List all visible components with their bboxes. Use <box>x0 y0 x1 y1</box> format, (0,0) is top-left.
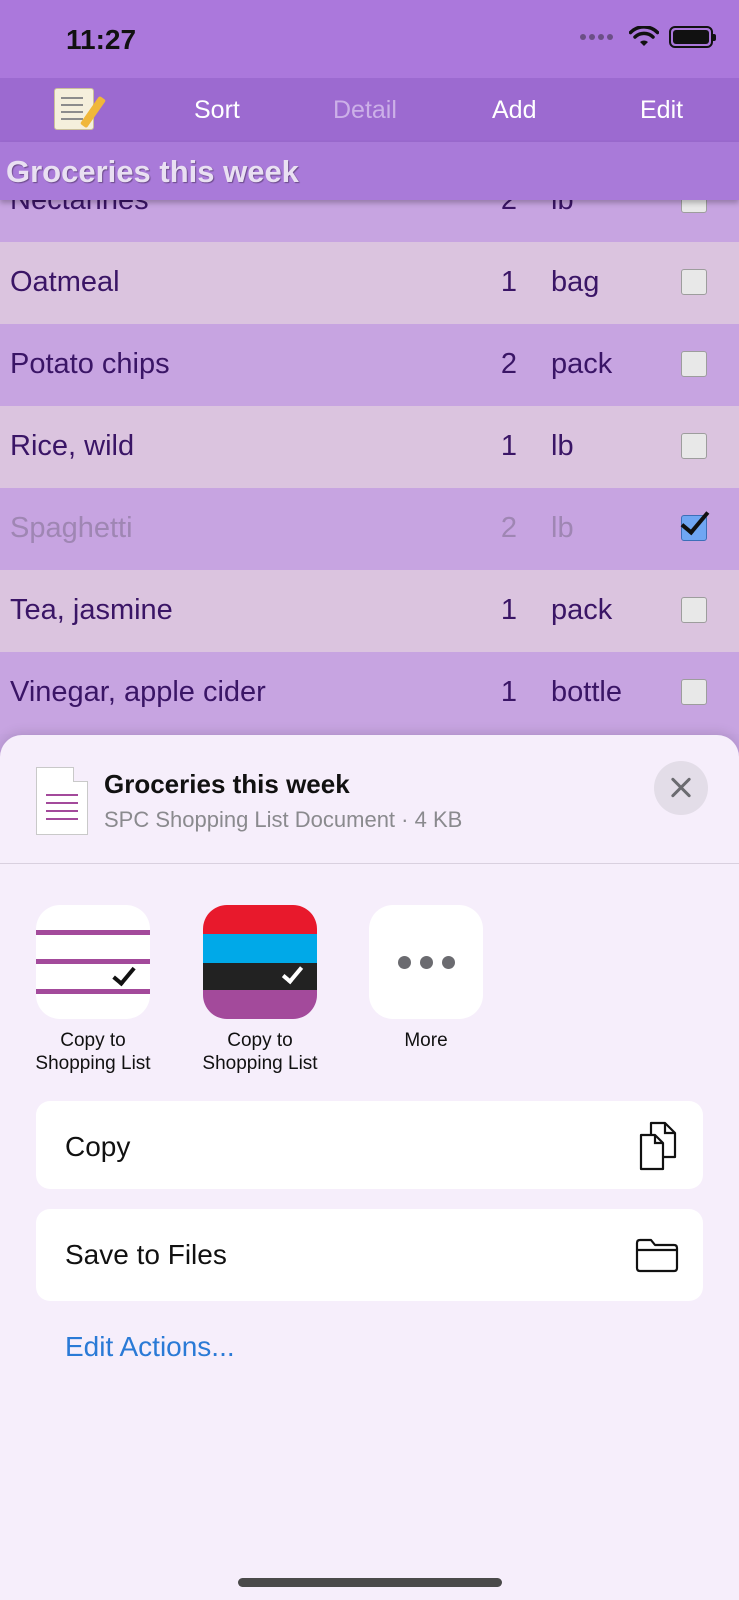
app-label: Copy to Shopping List <box>35 1030 151 1074</box>
app-more[interactable]: More <box>356 905 496 1052</box>
battery-icon <box>669 26 716 48</box>
app-copy-to-shopping-list-2[interactable]: Copy to Shopping List <box>190 905 330 1075</box>
list-title: Groceries this week <box>6 154 299 189</box>
item-checkbox[interactable] <box>681 351 707 377</box>
checkmark-icon <box>680 504 710 536</box>
close-button[interactable] <box>654 761 708 815</box>
signal-icon <box>580 34 613 40</box>
list-title-bar: Groceries this week <box>0 142 739 200</box>
shopping-list-white-icon[interactable] <box>36 905 150 1019</box>
item-name: Vinegar, apple cider <box>10 676 266 708</box>
item-checkbox[interactable] <box>681 433 707 459</box>
list-item[interactable]: Potato chips 2 pack <box>0 324 739 406</box>
item-checkbox[interactable] <box>681 679 707 705</box>
edit-button[interactable]: Edit <box>640 96 683 125</box>
app-copy-to-shopping-list-1[interactable]: Copy to Shopping List <box>23 905 163 1075</box>
item-qty: 1 <box>500 266 517 298</box>
item-checkbox-checked[interactable] <box>680 504 710 541</box>
item-name: Tea, jasmine <box>10 594 173 626</box>
divider <box>0 863 739 864</box>
item-unit: lb <box>551 512 574 544</box>
list-item[interactable]: Oatmeal 1 bag <box>0 242 739 324</box>
item-qty: 2 <box>500 512 517 544</box>
item-name: Rice, wild <box>10 430 135 462</box>
item-name: Oatmeal <box>10 266 120 298</box>
item-unit: bottle <box>551 676 622 708</box>
copy-action[interactable]: Copy <box>36 1101 703 1189</box>
item-qty: 1 <box>500 430 517 462</box>
add-button[interactable]: Add <box>492 96 536 125</box>
save-to-files-action[interactable]: Save to Files <box>36 1209 703 1301</box>
more-icon[interactable] <box>369 905 483 1019</box>
action-label: Save to Files <box>65 1239 227 1270</box>
share-sheet: Groceries this week SPC Shopping List Do… <box>0 735 739 1600</box>
copy-icon <box>639 1121 677 1171</box>
share-title: Groceries this week <box>104 769 350 799</box>
item-unit: pack <box>551 594 613 626</box>
wifi-icon <box>629 26 659 46</box>
status-time: 11:27 <box>66 24 137 55</box>
toolbar: Sort Detail Add Edit <box>0 78 739 142</box>
item-name: Potato chips <box>10 348 170 380</box>
action-label: Copy <box>65 1131 131 1162</box>
edit-actions-link[interactable]: Edit Actions... <box>65 1331 235 1363</box>
item-name: Spaghetti <box>10 512 133 544</box>
list-item[interactable]: Rice, wild 1 lb <box>0 406 739 488</box>
item-unit: bag <box>551 266 600 298</box>
item-qty: 1 <box>500 676 517 708</box>
list-item[interactable]: Spaghetti 2 lb <box>0 488 739 570</box>
item-qty: 1 <box>500 594 517 626</box>
item-unit: pack <box>551 348 613 380</box>
list-item[interactable]: Tea, jasmine 1 pack <box>0 570 739 652</box>
document-icon <box>36 767 88 835</box>
status-bar: 11:27 <box>0 0 739 78</box>
home-indicator[interactable] <box>238 1578 502 1587</box>
sort-button[interactable]: Sort <box>194 96 240 125</box>
app-label: More <box>404 1030 448 1051</box>
item-checkbox[interactable] <box>681 269 707 295</box>
item-qty: 2 <box>500 348 517 380</box>
app-label: Copy to Shopping List <box>202 1030 318 1074</box>
shopping-list-color-icon[interactable] <box>203 905 317 1019</box>
item-unit: lb <box>551 430 574 462</box>
list-item[interactable]: Vinegar, apple cider 1 bottle <box>0 652 739 734</box>
detail-button[interactable]: Detail <box>333 96 397 125</box>
share-subtitle: SPC Shopping List Document · 4 KB <box>104 807 463 832</box>
grocery-list: Nectarines 2 lb Oatmeal 1 bag Potato chi… <box>0 160 739 734</box>
item-checkbox[interactable] <box>681 597 707 623</box>
status-icons <box>580 26 716 48</box>
notepad-pencil-icon[interactable] <box>54 88 107 130</box>
folder-icon <box>635 1238 679 1273</box>
